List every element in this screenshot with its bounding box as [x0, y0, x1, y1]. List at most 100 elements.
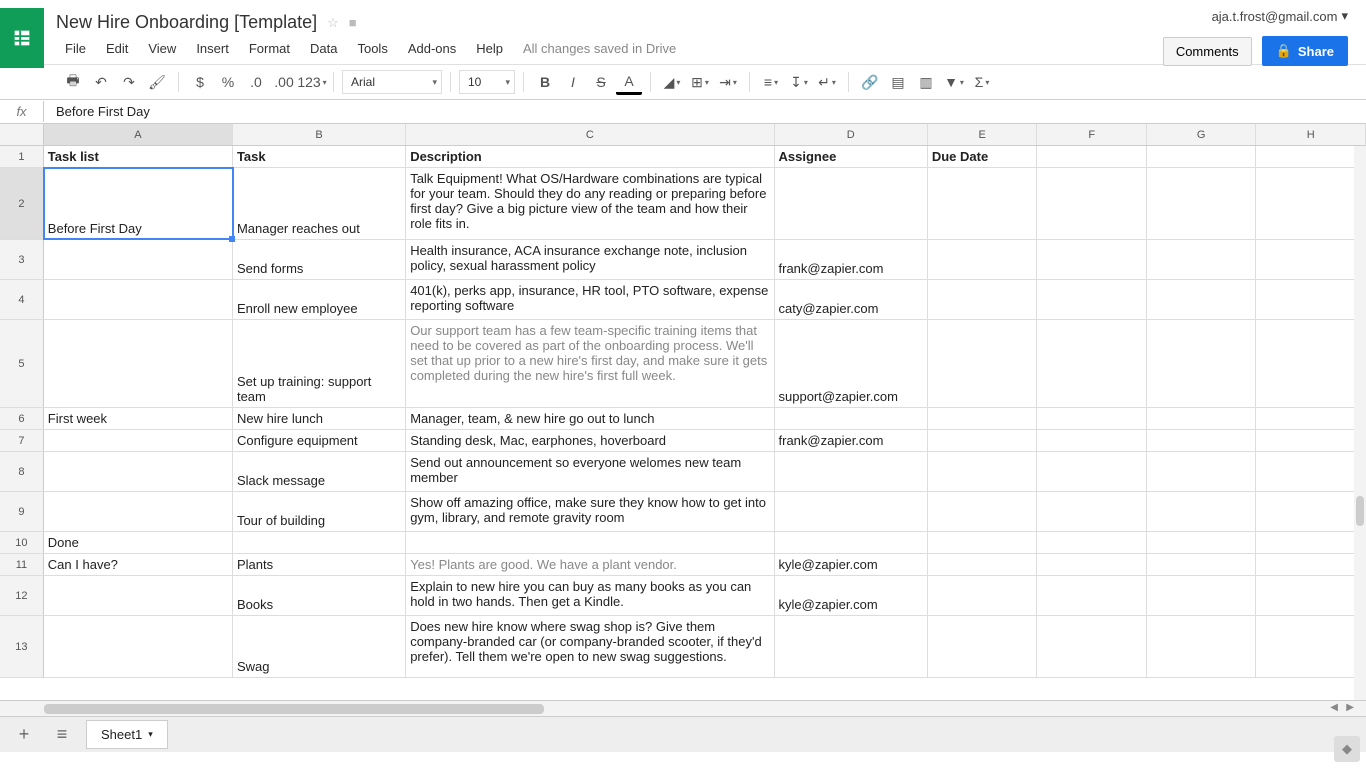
cell[interactable]: Explain to new hire you can buy as many …: [406, 576, 774, 615]
cell[interactable]: Slack message: [233, 452, 406, 491]
cell[interactable]: [1256, 430, 1366, 451]
cell[interactable]: [928, 240, 1038, 279]
cell[interactable]: Task: [233, 146, 406, 167]
col-header-G[interactable]: G: [1147, 124, 1257, 145]
cell[interactable]: [928, 408, 1038, 429]
cell[interactable]: [1256, 280, 1366, 319]
cell[interactable]: [1256, 554, 1366, 575]
cell[interactable]: First week: [44, 408, 233, 429]
cell[interactable]: [1037, 616, 1147, 677]
filter-icon[interactable]: ▼: [941, 69, 967, 95]
scroll-left-icon[interactable]: ◀: [1330, 702, 1338, 713]
cell[interactable]: Assignee: [775, 146, 928, 167]
bold-icon[interactable]: B: [532, 69, 558, 95]
sheets-logo[interactable]: [0, 8, 44, 68]
format-percent-icon[interactable]: %: [215, 69, 241, 95]
row-header[interactable]: 7: [0, 430, 44, 451]
cell[interactable]: Plants: [233, 554, 406, 575]
paint-format-icon[interactable]: 🖌: [144, 69, 170, 95]
menu-tools[interactable]: Tools: [348, 37, 396, 60]
cell[interactable]: Task list: [44, 146, 233, 167]
cell[interactable]: [1147, 616, 1257, 677]
cell[interactable]: Set up training: support team: [233, 320, 406, 407]
cell[interactable]: [1256, 532, 1366, 553]
cell[interactable]: [1037, 168, 1147, 239]
cell[interactable]: [928, 320, 1038, 407]
menu-data[interactable]: Data: [301, 37, 346, 60]
col-header-H[interactable]: H: [1256, 124, 1366, 145]
cell[interactable]: [44, 430, 233, 451]
cell[interactable]: [1037, 320, 1147, 407]
decrease-decimal-icon[interactable]: .0: [243, 69, 269, 95]
explore-icon[interactable]: ◆: [1334, 736, 1360, 762]
cell[interactable]: caty@zapier.com: [775, 280, 928, 319]
cell[interactable]: [928, 168, 1038, 239]
cell[interactable]: [233, 532, 406, 553]
cell[interactable]: kyle@zapier.com: [775, 554, 928, 575]
fill-color-icon[interactable]: ◢: [659, 69, 685, 95]
cell[interactable]: support@zapier.com: [775, 320, 928, 407]
cell[interactable]: [928, 492, 1038, 531]
v-align-icon[interactable]: ↧: [786, 69, 812, 95]
select-all-corner[interactable]: [0, 124, 44, 145]
cell[interactable]: [928, 616, 1038, 677]
cell[interactable]: [1037, 452, 1147, 491]
cell[interactable]: [1037, 492, 1147, 531]
col-header-C[interactable]: C: [406, 124, 774, 145]
cell[interactable]: [1256, 616, 1366, 677]
cell[interactable]: [1147, 408, 1257, 429]
cell[interactable]: [775, 532, 928, 553]
more-formats-icon[interactable]: 123: [299, 69, 325, 95]
col-header-D[interactable]: D: [775, 124, 928, 145]
menu-edit[interactable]: Edit: [97, 37, 137, 60]
cell[interactable]: [1147, 146, 1257, 167]
cell[interactable]: [1256, 492, 1366, 531]
cell[interactable]: Before First Day: [44, 168, 233, 239]
cell[interactable]: Configure equipment: [233, 430, 406, 451]
cell[interactable]: [1037, 430, 1147, 451]
text-color-icon[interactable]: A: [616, 69, 642, 95]
horizontal-scrollbar[interactable]: ◀ ▶: [0, 700, 1366, 716]
cell[interactable]: [1256, 408, 1366, 429]
cell[interactable]: Send out announcement so everyone welome…: [406, 452, 774, 491]
cell[interactable]: [1256, 240, 1366, 279]
cell[interactable]: [44, 452, 233, 491]
row-header[interactable]: 5: [0, 320, 44, 407]
cell[interactable]: [1256, 452, 1366, 491]
font-select[interactable]: Arial: [342, 70, 442, 94]
italic-icon[interactable]: I: [560, 69, 586, 95]
row-header[interactable]: 10: [0, 532, 44, 553]
row-header[interactable]: 11: [0, 554, 44, 575]
cell[interactable]: [1147, 554, 1257, 575]
share-button[interactable]: 🔒Share: [1262, 36, 1348, 66]
cell[interactable]: [1256, 320, 1366, 407]
cell[interactable]: Enroll new employee: [233, 280, 406, 319]
cell[interactable]: Talk Equipment! What OS/Hardware combina…: [406, 168, 774, 239]
cell[interactable]: [1037, 240, 1147, 279]
cell[interactable]: [928, 532, 1038, 553]
sheet-menu-icon[interactable]: ▾: [148, 729, 153, 740]
col-header-B[interactable]: B: [233, 124, 406, 145]
menu-file[interactable]: File: [56, 37, 95, 60]
menu-format[interactable]: Format: [240, 37, 299, 60]
col-header-F[interactable]: F: [1037, 124, 1147, 145]
cell[interactable]: Tour of building: [233, 492, 406, 531]
cell[interactable]: [44, 320, 233, 407]
cell[interactable]: 401(k), perks app, insurance, HR tool, P…: [406, 280, 774, 319]
insert-chart-icon[interactable]: ▥: [913, 69, 939, 95]
cell[interactable]: [928, 280, 1038, 319]
cell[interactable]: [1147, 430, 1257, 451]
row-header[interactable]: 6: [0, 408, 44, 429]
cell[interactable]: [775, 616, 928, 677]
cell[interactable]: [44, 280, 233, 319]
cell[interactable]: Does new hire know where swag shop is? G…: [406, 616, 774, 677]
increase-decimal-icon[interactable]: .00: [271, 69, 297, 95]
cell[interactable]: [1256, 168, 1366, 239]
star-icon[interactable]: ☆: [327, 15, 339, 31]
menu-view[interactable]: View: [139, 37, 185, 60]
cell[interactable]: Manager, team, & new hire go out to lunc…: [406, 408, 774, 429]
row-header[interactable]: 4: [0, 280, 44, 319]
cell[interactable]: [928, 576, 1038, 615]
menu-addons[interactable]: Add-ons: [399, 37, 465, 60]
row-header[interactable]: 8: [0, 452, 44, 491]
